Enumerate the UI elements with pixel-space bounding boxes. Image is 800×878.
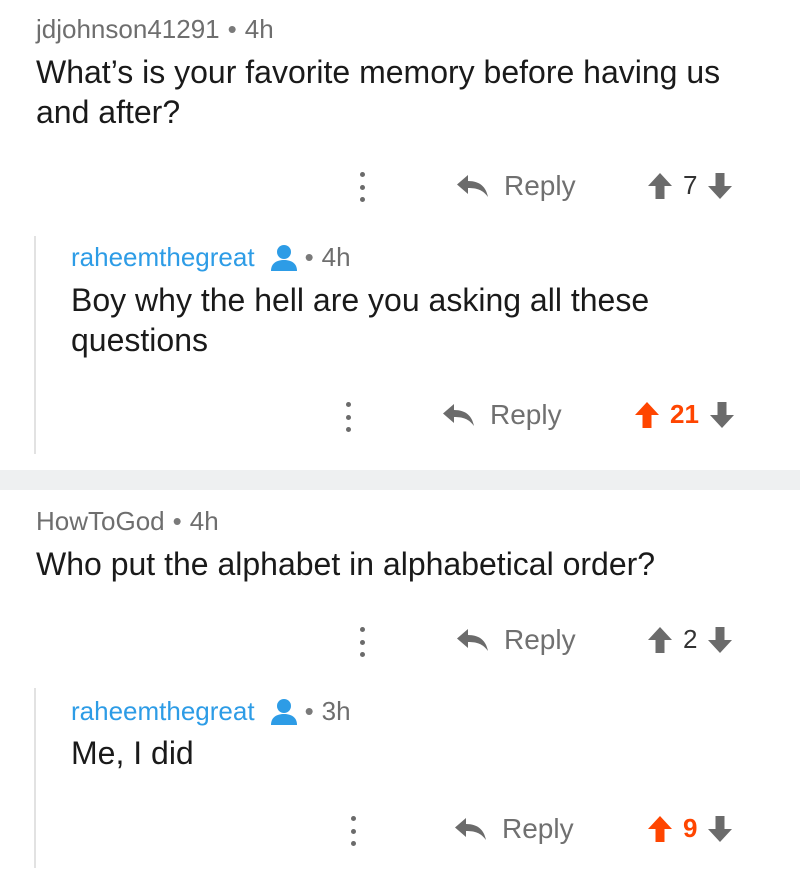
- vote-score: 9: [683, 813, 698, 843]
- meta-separator: •: [227, 14, 237, 44]
- meta-separator: •: [304, 242, 314, 272]
- reply-header: raheemthegreat • 4h: [71, 242, 351, 273]
- reply-author[interactable]: raheemthegreat: [71, 242, 255, 273]
- meta-separator: •: [304, 696, 314, 726]
- downvote-icon[interactable]: [707, 172, 733, 200]
- reply-body: Boy why the hell are you asking all thes…: [71, 282, 650, 358]
- vote-score: 2: [683, 624, 698, 654]
- reply-button[interactable]: Reply: [440, 399, 562, 431]
- comment-age: 4h: [244, 14, 274, 44]
- vote-control: 9: [647, 813, 733, 844]
- reply-age: 3h: [321, 696, 351, 726]
- comment-header: HowToGod • 4h: [36, 506, 219, 537]
- reply-arrow-icon: [457, 175, 488, 197]
- vote-control: 7: [647, 170, 733, 201]
- more-options-icon[interactable]: [359, 172, 365, 202]
- reply-arrow-icon: [443, 404, 474, 426]
- more-options-icon[interactable]: [350, 816, 356, 846]
- reply-body: Me, I did: [71, 735, 194, 771]
- upvote-icon[interactable]: [647, 815, 673, 843]
- reply-button[interactable]: Reply: [452, 813, 574, 845]
- reply-label: Reply: [490, 399, 562, 430]
- reply-label: Reply: [504, 170, 576, 201]
- meta-separator: •: [172, 506, 182, 536]
- upvote-icon[interactable]: [647, 172, 673, 200]
- vote-score: 7: [683, 170, 698, 200]
- reply-button[interactable]: Reply: [454, 624, 576, 656]
- more-options-icon[interactable]: [359, 627, 365, 657]
- comment-author[interactable]: HowToGod: [36, 506, 165, 536]
- vote-control: 2: [647, 624, 733, 655]
- comment-header: jdjohnson41291 • 4h: [36, 14, 274, 45]
- reply-label: Reply: [504, 624, 576, 655]
- comment-body: Who put the alphabet in alphabetical ord…: [36, 546, 656, 582]
- upvote-icon[interactable]: [634, 401, 660, 429]
- vote-score: 21: [670, 399, 699, 429]
- reply-age: 4h: [321, 242, 351, 272]
- vote-control: 21: [634, 399, 735, 430]
- user-profile-icon: [270, 698, 297, 725]
- comment-author[interactable]: jdjohnson41291: [36, 14, 220, 44]
- downvote-icon[interactable]: [707, 626, 733, 654]
- comment-age: 4h: [189, 506, 219, 536]
- reply-label: Reply: [502, 813, 574, 844]
- reply-arrow-icon: [455, 818, 486, 840]
- reply-author[interactable]: raheemthegreat: [71, 696, 255, 727]
- reply-arrow-icon: [457, 629, 488, 651]
- thread-divider: [0, 470, 800, 490]
- reply-button[interactable]: Reply: [454, 170, 576, 202]
- reply-header: raheemthegreat • 3h: [71, 696, 351, 727]
- downvote-icon[interactable]: [709, 401, 735, 429]
- upvote-icon[interactable]: [647, 626, 673, 654]
- nesting-line: [34, 688, 36, 868]
- comment-body: What’s is your favorite memory before ha…: [36, 54, 721, 130]
- downvote-icon[interactable]: [707, 815, 733, 843]
- user-profile-icon: [270, 244, 297, 271]
- nesting-line: [34, 236, 36, 454]
- more-options-icon[interactable]: [345, 402, 351, 432]
